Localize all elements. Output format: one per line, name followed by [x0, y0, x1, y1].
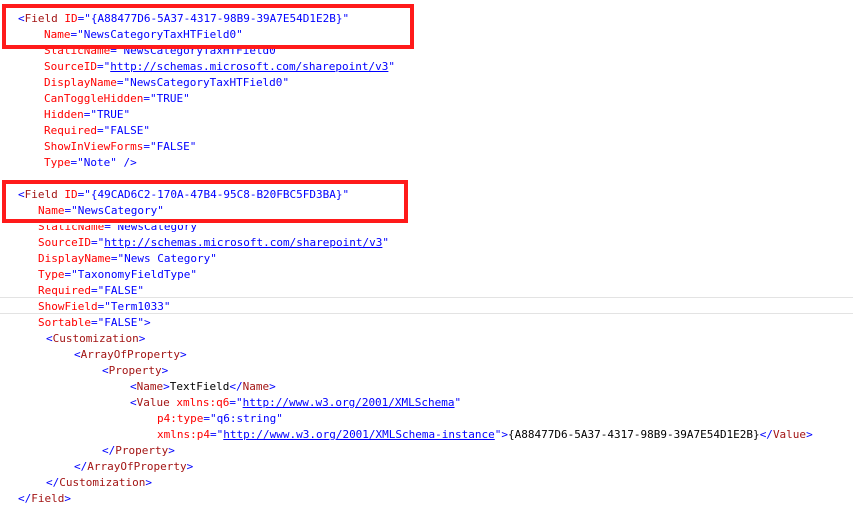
field1-showinview-line: ShowInViewForms="FALSE": [44, 140, 197, 153]
field2-sortable-attr: Sortable: [38, 316, 91, 329]
field1-required-line: Required="FALSE": [44, 124, 150, 137]
p4type-line: p4:type="q6:string": [157, 412, 283, 425]
name-tag-close: Name: [242, 380, 270, 393]
field1-type-value: Note: [83, 156, 111, 169]
p4type-attr: p4:type: [157, 412, 204, 425]
field2-type-line: Type="TaxonomyFieldType": [38, 268, 197, 281]
field2-showfield-attr: ShowField: [38, 300, 98, 313]
field2-sourceid-link[interactable]: http://schemas.microsoft.com/sharepoint/…: [104, 236, 382, 249]
property-close-tag: Property: [115, 444, 169, 457]
field1-required-attr: Required: [44, 124, 97, 137]
customization-close-tag: Customization: [59, 476, 146, 489]
customization-close-line: </Customization>: [46, 476, 152, 489]
current-line-divider-top: [0, 297, 853, 298]
field1-displayname-value: NewsCategoryTaxHTField0: [130, 76, 283, 89]
field1-hidden-value: TRUE: [97, 108, 124, 121]
field1-type-attr: Type: [44, 156, 71, 169]
field2-close-line: </Field>: [18, 492, 71, 505]
field1-hidden-attr: Hidden: [44, 108, 84, 121]
arrayofproperty-tag: ArrayOfProperty: [80, 348, 180, 361]
field2-type-value: TaxonomyFieldType: [77, 268, 191, 281]
field2-displayname-value: News Category: [124, 252, 211, 265]
field2-required-attr: Required: [38, 284, 91, 297]
xmlns-p4-line: xmlns:p4="http://www.w3.org/2001/XMLSche…: [157, 428, 813, 441]
name-element-line: <Name>TextField</Name>: [130, 380, 276, 393]
value-element-text: {A88477D6-5A37-4317-98B9-39A7E54D1E2B}: [508, 428, 760, 441]
field2-displayname-line: DisplayName="News Category": [38, 252, 217, 265]
field1-sourceid-line: SourceID="http://schemas.microsoft.com/s…: [44, 60, 396, 73]
arrayofproperty-open-line: <ArrayOfProperty>: [74, 348, 187, 361]
customization-tag: Customization: [52, 332, 139, 345]
xmlns-p4-attr: xmlns:p4: [157, 428, 210, 441]
field1-cantoggle-line: CanToggleHidden="TRUE": [44, 92, 190, 105]
name-tag-open: Name: [136, 380, 164, 393]
field2-sortable-value: FALSE: [104, 316, 138, 329]
field1-hidden-line: Hidden="TRUE": [44, 108, 131, 121]
field1-type-line: Type="Note" />: [44, 156, 137, 169]
field2-required-line: Required="FALSE": [38, 284, 144, 297]
field2-showfield-value: Term1033: [110, 300, 164, 313]
field2-displayname-attr: DisplayName: [38, 252, 111, 265]
field1-showinview-value: FALSE: [156, 140, 190, 153]
value-element-open-line: <Value xmlns:q6="http://www.w3.org/2001/…: [130, 396, 462, 409]
arrayofproperty-close-tag: ArrayOfProperty: [87, 460, 187, 473]
field2-required-value: FALSE: [104, 284, 138, 297]
current-line-divider-bottom: [0, 313, 853, 314]
property-close-line: </Property>: [102, 444, 175, 457]
field1-cantoggle-attr: CanToggleHidden: [44, 92, 144, 105]
xmlns-p4-link[interactable]: http://www.w3.org/2001/XMLSchema-instanc…: [223, 428, 495, 441]
field1-highlight-box: [2, 4, 414, 49]
property-tag: Property: [108, 364, 162, 377]
name-element-text: TextField: [169, 380, 230, 393]
field1-displayname-line: DisplayName="NewsCategoryTaxHTField0": [44, 76, 290, 89]
xmlns-q6-link[interactable]: http://www.w3.org/2001/XMLSchema: [243, 396, 455, 409]
field1-cantoggle-value: TRUE: [156, 92, 184, 105]
value-tag-open: Value: [136, 396, 170, 409]
property-open-line: <Property>: [102, 364, 169, 377]
field1-sourceid-attr: SourceID: [44, 60, 97, 73]
field2-type-attr: Type: [38, 268, 65, 281]
field2-showfield-line: ShowField="Term1033": [38, 300, 171, 313]
field1-showinview-attr: ShowInViewForms: [44, 140, 144, 153]
field1-sourceid-link[interactable]: http://schemas.microsoft.com/sharepoint/…: [110, 60, 388, 73]
field2-sourceid-line: SourceID="http://schemas.microsoft.com/s…: [38, 236, 390, 249]
field2-close-tag: Field: [31, 492, 65, 505]
xmlns-q6-attr: xmlns:q6: [176, 396, 230, 409]
p4type-value: q6:string: [216, 412, 277, 425]
customization-open-line: <Customization>: [46, 332, 146, 345]
field1-displayname-attr: DisplayName: [44, 76, 117, 89]
value-tag-close: Value: [772, 428, 807, 441]
field2-sourceid-attr: SourceID: [38, 236, 91, 249]
field2-sortable-line: Sortable="FALSE">: [38, 316, 151, 329]
arrayofproperty-close-line: </ArrayOfProperty>: [74, 460, 194, 473]
field2-highlight-box: [2, 180, 408, 223]
field1-required-value: FALSE: [110, 124, 144, 137]
